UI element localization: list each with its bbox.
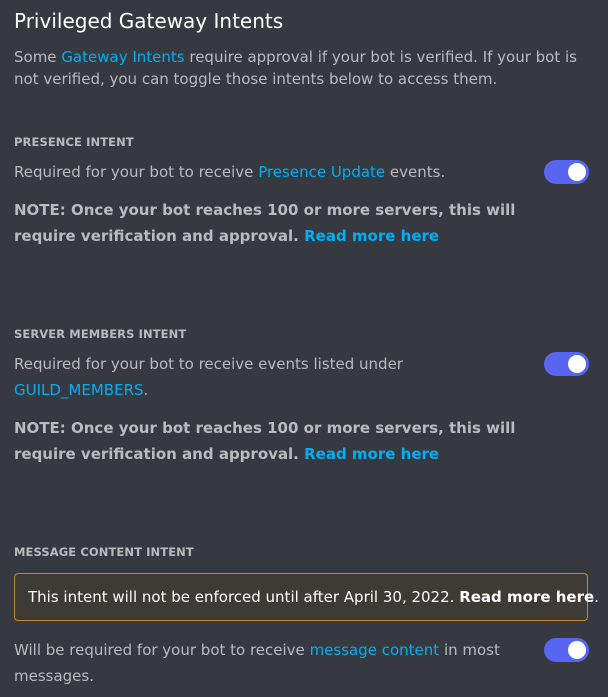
toggle-knob	[568, 163, 586, 181]
presence-intent-toggle[interactable]	[544, 160, 589, 184]
presence-update-link[interactable]: Presence Update	[258, 163, 385, 181]
members-desc-suffix: .	[143, 381, 149, 399]
warning-read-more-link[interactable]: Read more here	[459, 588, 594, 606]
message-desc-prefix: Will be required for your bot to receive	[14, 641, 310, 659]
warning-end: .	[594, 588, 599, 606]
page-title: Privileged Gateway Intents	[14, 9, 284, 33]
presence-intent-description: Required for your bot to receive Presenc…	[14, 159, 524, 185]
toggle-knob	[568, 355, 586, 373]
server-members-intent-description: Required for your bot to receive events …	[14, 351, 414, 403]
intro-text: Some Gateway Intents require approval if…	[14, 46, 594, 90]
presence-desc-prefix: Required for your bot to receive	[14, 163, 259, 181]
presence-intent-heading: PRESENCE INTENT	[14, 135, 134, 149]
server-members-intent-note: NOTE: Once your bot reaches 100 or more …	[14, 415, 574, 467]
toggle-knob	[568, 641, 586, 659]
members-desc-prefix: Required for your bot to receive events …	[14, 355, 403, 373]
guild-members-link[interactable]: GUILD_MEMBERS	[14, 381, 144, 399]
presence-intent-note: NOTE: Once your bot reaches 100 or more …	[14, 197, 574, 249]
presence-note-text: NOTE: Once your bot reaches 100 or more …	[14, 201, 516, 245]
gateway-intents-link[interactable]: Gateway Intents	[61, 48, 184, 66]
server-members-intent-toggle[interactable]	[544, 352, 589, 376]
presence-read-more-link[interactable]: Read more here	[304, 227, 439, 245]
members-read-more-link[interactable]: Read more here	[304, 445, 439, 463]
message-content-intent-description: Will be required for your bot to receive…	[14, 637, 514, 689]
warning-text: This intent will not be enforced until a…	[28, 588, 455, 606]
members-note-text: NOTE: Once your bot reaches 100 or more …	[14, 419, 516, 463]
message-content-link[interactable]: message content	[310, 641, 440, 659]
message-content-intent-toggle[interactable]	[544, 638, 589, 662]
message-content-intent-heading: MESSAGE CONTENT INTENT	[14, 545, 194, 559]
presence-desc-suffix: events.	[385, 163, 446, 181]
server-members-intent-heading: SERVER MEMBERS INTENT	[14, 327, 187, 341]
enforcement-warning-banner: This intent will not be enforced until a…	[14, 573, 599, 621]
intro-prefix: Some	[14, 48, 62, 66]
